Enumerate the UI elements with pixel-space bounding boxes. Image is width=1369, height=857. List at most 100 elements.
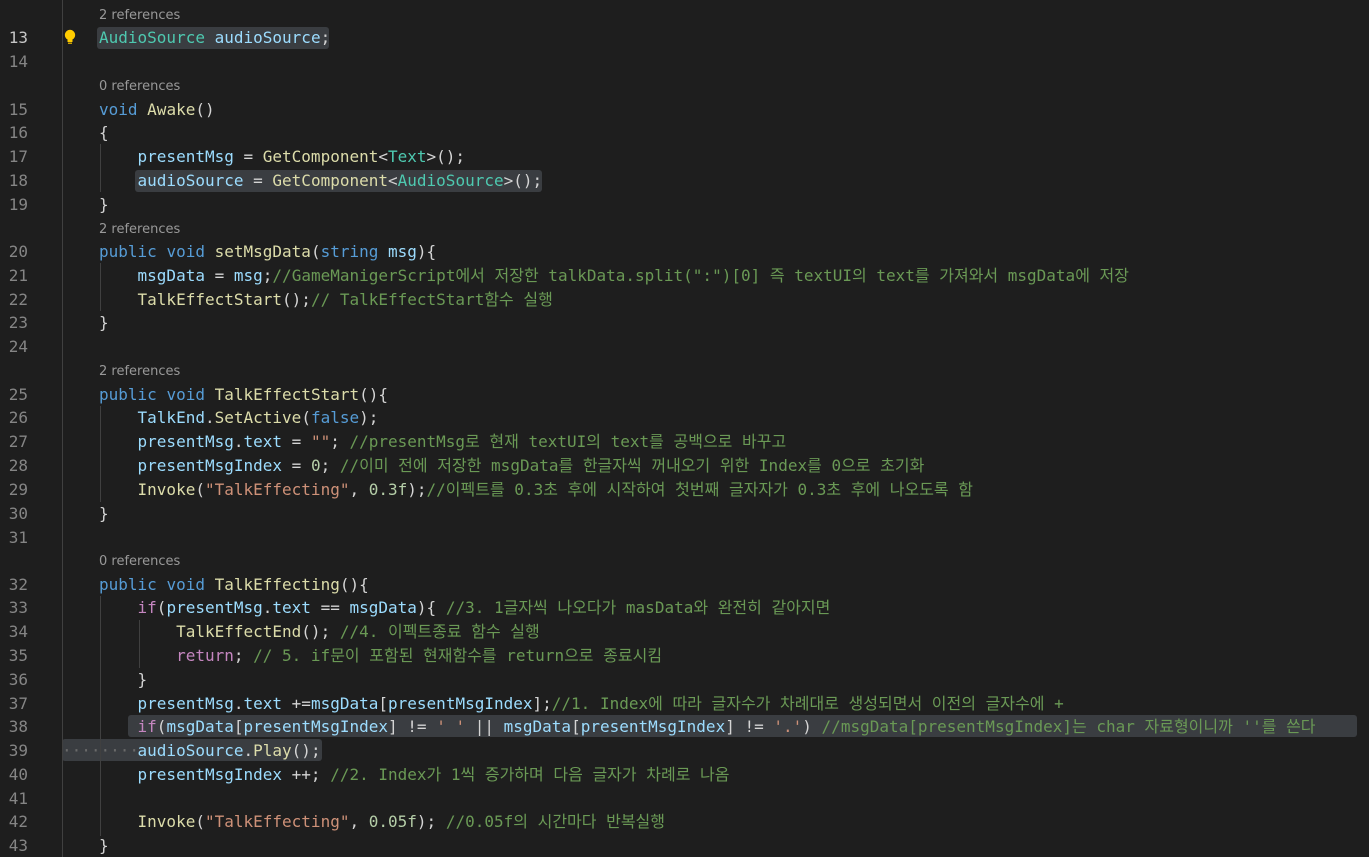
code-token: == xyxy=(310,598,350,617)
line-number: 34 xyxy=(8,622,28,641)
code-line[interactable]: 28 presentMsgIndex = 0; //이미 전에 저장한 msgD… xyxy=(0,454,1369,478)
code-text[interactable]: } xyxy=(99,502,109,526)
code-text[interactable]: msgData = msg;//GameManigerScript에서 저장한 … xyxy=(99,264,1129,288)
code-text[interactable]: void Awake() xyxy=(99,98,215,122)
code-line[interactable]: 25 public void TalkEffectStart(){ xyxy=(0,383,1369,407)
code-token: msg xyxy=(233,266,263,285)
code-text[interactable]: presentMsg.text +=msgData[presentMsgInde… xyxy=(99,692,1064,716)
code-line[interactable]: 31 xyxy=(0,526,1369,550)
code-text[interactable]: presentMsgIndex ++; //2. Index가 1씩 증가하며 … xyxy=(99,763,730,787)
code-line[interactable]: 18 audioSource = GetComponent<AudioSourc… xyxy=(0,169,1369,193)
code-line[interactable]: 17 presentMsg = GetComponent<Text>(); xyxy=(0,145,1369,169)
code-text[interactable]: TalkEffectEnd(); //4. 이펙트종료 함수 실행 xyxy=(99,620,540,644)
code-text[interactable]: } xyxy=(99,311,109,335)
code-text[interactable]: Invoke("TalkEffecting", 0.05f); //0.05f의… xyxy=(99,810,665,834)
line-number: 29 xyxy=(8,480,28,499)
code-token: text xyxy=(243,694,283,713)
line-number: 28 xyxy=(8,456,28,475)
code-line[interactable]: 30} xyxy=(0,502,1369,526)
code-line[interactable]: 36 } xyxy=(0,668,1369,692)
code-line[interactable]: 37 presentMsg.text +=msgData[presentMsgI… xyxy=(0,692,1369,716)
code-token: SetActive xyxy=(214,408,302,427)
code-text[interactable]: public void TalkEffecting(){ xyxy=(99,573,369,597)
code-text[interactable]: TalkEffectStart();// TalkEffectStart함수 실… xyxy=(99,288,553,312)
code-text[interactable]: presentMsgIndex = 0; //이미 전에 저장한 msgData… xyxy=(99,454,925,478)
code-text[interactable]: audioSource.Play(); xyxy=(99,739,321,763)
code-text[interactable]: public void TalkEffectStart(){ xyxy=(99,383,388,407)
code-line[interactable]: 15 void Awake() xyxy=(0,98,1369,122)
code-token: { xyxy=(99,123,109,142)
code-line[interactable]: 40 presentMsgIndex ++; //2. Index가 1씩 증가… xyxy=(0,763,1369,787)
code-text[interactable]: Invoke("TalkEffecting", 0.3f);//이펙트를 0.3… xyxy=(99,478,973,502)
code-text[interactable]: presentMsg = GetComponent<Text>(); xyxy=(99,145,466,169)
code-line[interactable]: 16 { xyxy=(0,121,1369,145)
line-number: 20 xyxy=(8,242,28,261)
code-line[interactable]: 39 audioSource.Play(); xyxy=(0,739,1369,763)
code-line[interactable]: 14 xyxy=(0,50,1369,74)
code-line[interactable]: 33 if(presentMsg.text == msgData){ //3. … xyxy=(0,596,1369,620)
code-token: presentMsgIndex xyxy=(137,765,283,784)
code-text[interactable]: } xyxy=(99,668,148,692)
code-line[interactable]: 24 xyxy=(0,335,1369,359)
code-token: ++; xyxy=(282,765,331,784)
codelens-references[interactable]: 0 references xyxy=(99,75,180,99)
code-line[interactable]: 43} xyxy=(0,834,1369,857)
line-number: 36 xyxy=(8,670,28,689)
code-line[interactable]: 13 AudioSource audioSource; xyxy=(0,26,1369,50)
code-text[interactable]: if(presentMsg.text == msgData){ //3. 1글자… xyxy=(99,596,831,620)
line-number: 18 xyxy=(8,171,28,190)
code-text[interactable]: TalkEnd.SetActive(false); xyxy=(99,406,379,430)
code-line[interactable]: 19} xyxy=(0,193,1369,217)
code-token: ( xyxy=(301,408,311,427)
code-line[interactable]: 34 TalkEffectEnd(); //4. 이펙트종료 함수 실행 xyxy=(0,620,1369,644)
code-token: [ xyxy=(378,694,389,713)
code-token: audioSource xyxy=(214,28,321,47)
code-line[interactable]: 41 xyxy=(0,787,1369,811)
code-token: void xyxy=(99,100,138,119)
code-token: (); xyxy=(282,290,311,309)
code-line[interactable]: 27 presentMsg.text = ""; //presentMsg로 현… xyxy=(0,430,1369,454)
codelens-references[interactable]: 2 references xyxy=(99,218,180,242)
line-number: 15 xyxy=(8,100,28,119)
code-line[interactable]: 35 return; // 5. if문이 포함된 현재함수를 return으로… xyxy=(0,644,1369,668)
code-line[interactable]: 23} xyxy=(0,311,1369,335)
codelens-references[interactable]: 0 references xyxy=(99,550,180,574)
code-token: Play xyxy=(253,741,292,760)
code-line[interactable]: 22 TalkEffectStart();// TalkEffectStart함… xyxy=(0,288,1369,312)
code-token: ( xyxy=(156,717,167,736)
code-token: ); xyxy=(407,480,427,499)
code-token: . xyxy=(243,741,254,760)
code-text[interactable]: return; // 5. if문이 포함된 현재함수를 return으로 종료… xyxy=(99,644,662,668)
codelens-references[interactable]: 2 references xyxy=(99,4,180,28)
code-text[interactable]: } xyxy=(99,834,109,857)
code-text[interactable]: if(msgData[presentMsgIndex] != ' ' || ms… xyxy=(99,715,1316,739)
code-token: ]; xyxy=(532,694,552,713)
code-line[interactable]: 20 public void setMsgData(string msg){ xyxy=(0,240,1369,264)
code-token: >(); xyxy=(426,147,466,166)
code-line[interactable]: 26 TalkEnd.SetActive(false); xyxy=(0,406,1369,430)
code-text[interactable]: { xyxy=(99,121,109,145)
codelens-references[interactable]: 2 references xyxy=(99,360,180,384)
line-number: 14 xyxy=(8,52,28,71)
code-text[interactable]: audioSource = GetComponent<AudioSource>(… xyxy=(99,169,543,193)
code-token: (){ xyxy=(359,385,389,404)
code-line[interactable]: 21 msgData = msg;//GameManigerScript에서 저… xyxy=(0,264,1369,288)
code-token: ) xyxy=(802,717,822,736)
code-line[interactable]: 42 Invoke("TalkEffecting", 0.05f); //0.0… xyxy=(0,810,1369,834)
code-token: ){ xyxy=(416,242,437,261)
code-editor[interactable]: ········ 2 references 0 references 2 ref… xyxy=(0,0,1369,857)
code-text[interactable]: public void setMsgData(string msg){ xyxy=(99,240,436,264)
code-token: = xyxy=(233,147,263,166)
code-line[interactable]: 32 public void TalkEffecting(){ xyxy=(0,573,1369,597)
code-text[interactable]: } xyxy=(99,193,109,217)
code-line[interactable]: 38 if(msgData[presentMsgIndex] != ' ' ||… xyxy=(0,715,1369,739)
line-number: 33 xyxy=(8,598,28,617)
code-token: ( xyxy=(195,480,205,499)
code-text[interactable]: presentMsg.text = ""; //presentMsg로 현재 t… xyxy=(99,430,787,454)
line-number: 32 xyxy=(8,575,28,594)
code-token: presentMsgIndex xyxy=(243,717,389,736)
code-line[interactable]: 29 Invoke("TalkEffecting", 0.3f);//이펙트를 … xyxy=(0,478,1369,502)
code-text[interactable]: AudioSource audioSource; xyxy=(99,26,330,50)
